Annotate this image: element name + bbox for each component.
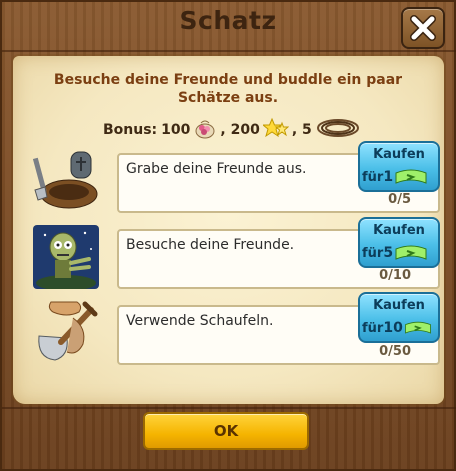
bonus-flowers-value: , 200 [220, 122, 260, 138]
task-text: Besuche deine Freunde. [126, 237, 295, 253]
shovel-bag-icon [33, 298, 99, 361]
buy-label: Kaufen [373, 223, 425, 238]
cash-bill-icon [395, 245, 427, 260]
plank-divider [2, 407, 456, 409]
buy-for-label: für [362, 169, 384, 185]
bonus-stars-value: , 5 [291, 122, 312, 138]
task-text: Grabe deine Freunde aus. [126, 161, 307, 177]
buy-label: Kaufen [373, 147, 425, 162]
coin-bag-icon [193, 117, 217, 143]
bonus-label: Bonus: [103, 122, 158, 138]
task-progress: 0/10 [379, 268, 411, 283]
task-text: Verwende Schaufeln. [126, 313, 274, 329]
intro-text: Besuche deine Freunde und buddle ein paa… [53, 72, 403, 106]
rope-icon [315, 117, 361, 143]
cash-bill-icon [404, 321, 431, 334]
buy-button-task-2[interactable]: Kaufen für 5 [358, 217, 440, 268]
buy-button-task-1[interactable]: Kaufen für 1 [358, 141, 440, 192]
close-icon [410, 15, 436, 41]
task-progress: 0/5 [388, 192, 411, 207]
buy-cost: 1 [383, 169, 394, 185]
buy-for-label: für [362, 245, 384, 261]
dialog-title: Schatz [179, 6, 277, 35]
task-progress: 0/50 [379, 344, 411, 359]
ok-button[interactable]: OK [143, 412, 309, 450]
bonus-coins-value: 100 [161, 122, 191, 138]
plank-divider [2, 50, 456, 52]
star-icon [261, 117, 290, 143]
zombie-icon [33, 225, 99, 291]
buy-for-label: für [362, 320, 384, 336]
bonus-row: Bonus: 100 , 200 , 5 [103, 117, 364, 143]
buy-label: Kaufen [373, 298, 425, 313]
grave-icon [32, 150, 99, 210]
buy-cost: 10 [383, 320, 403, 336]
close-button[interactable] [401, 7, 445, 49]
buy-button-task-3[interactable]: Kaufen für 10 [358, 292, 440, 343]
buy-cost: 5 [383, 245, 394, 261]
cash-bill-icon [395, 169, 427, 184]
